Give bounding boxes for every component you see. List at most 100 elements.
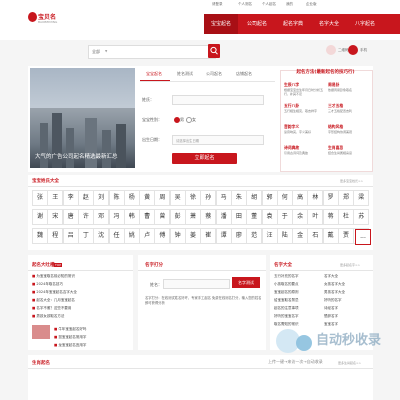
surname-cell[interactable]: 程: [47, 228, 64, 244]
method-item[interactable]: 生肖喜忌 结合生肖属相喜忌: [328, 145, 370, 155]
surname-cell[interactable]: 胡: [246, 190, 263, 206]
surname-cell[interactable]: 汪: [261, 228, 278, 244]
surname-cell[interactable]: 魏: [32, 228, 48, 244]
surname-cell[interactable]: 姚: [123, 228, 140, 244]
surname-cell[interactable]: 沈: [93, 228, 110, 244]
surname-cell[interactable]: 吕: [62, 228, 79, 244]
banner-image[interactable]: 大气的广告公司起名精选最新汇总: [30, 68, 135, 168]
site-logo[interactable]: 宝贝名 BAOBEIMING: [28, 10, 62, 26]
surname-cell[interactable]: 彭: [169, 209, 186, 225]
naming-link[interactable]: 女孩名字大全: [324, 282, 370, 287]
surname-cell[interactable]: 萧: [185, 209, 201, 225]
method-item[interactable]: 三才五格 三才五格配置吉利: [328, 103, 370, 113]
enterprise-link[interactable]: 企业版: [306, 2, 317, 7]
surname-cell[interactable]: 苏: [353, 209, 370, 225]
birth-date-input[interactable]: 请选择出生日期: [172, 135, 264, 145]
method-item[interactable]: 结构风格 字形结构协调美观: [328, 124, 370, 134]
method-item[interactable]: 五行八卦 五行相生相克，取吉祥字: [284, 103, 326, 113]
knowledge-more-link[interactable]: 更多起名字>>: [340, 263, 360, 267]
surname-cell[interactable]: 黄: [139, 190, 156, 206]
test-name-input[interactable]: [163, 279, 230, 289]
nav-baby-naming[interactable]: 宝宝起名: [204, 14, 238, 34]
naming-link[interactable]: 好听的名字: [324, 298, 370, 303]
tab-name-test[interactable]: 姓名测试: [177, 71, 193, 77]
surname-cell[interactable]: 赵: [77, 190, 94, 206]
method-item[interactable]: 音韵字义 读音响亮，字义美好: [284, 124, 326, 134]
surname-cell[interactable]: 韩: [123, 209, 140, 225]
phone-icon[interactable]: [348, 45, 358, 55]
personal-test-link[interactable]: 个人测名: [238, 2, 252, 7]
knowledge-item[interactable]: 好听的宝宝名字: [274, 314, 322, 319]
surname-cell[interactable]: 马: [215, 190, 232, 206]
surname-cell[interactable]: 何: [276, 190, 293, 206]
news-thumbnail[interactable]: [32, 325, 50, 339]
surname-cell[interactable]: 梁: [353, 190, 370, 206]
knowledge-item[interactable]: 五行补充的名字: [274, 274, 322, 279]
surname-cell[interactable]: 王: [47, 190, 64, 206]
name-test-button[interactable]: 名字测试: [232, 277, 260, 288]
surname-cell[interactable]: 袁: [261, 209, 278, 225]
surname-cell[interactable]: 朱: [230, 190, 247, 206]
surname-cell[interactable]: 徐: [185, 190, 201, 206]
surname-cell[interactable]: 潘: [215, 209, 232, 225]
news-item[interactable]: ■ 龙宝宝起名宜用字: [54, 343, 130, 348]
surname-cell[interactable]: 谭: [215, 228, 232, 244]
surname-cell[interactable]: 高: [292, 190, 309, 206]
nav-company-naming[interactable]: 公司起名: [240, 14, 274, 34]
personal-naming-link[interactable]: 个人起名: [262, 2, 276, 7]
nav-names[interactable]: 名字大全: [312, 14, 346, 34]
surname-cell[interactable]: 许: [77, 209, 94, 225]
login-link[interactable]: 请登录: [212, 2, 223, 7]
surname-cell[interactable]: 戴: [322, 228, 339, 244]
surname-cell[interactable]: 李: [62, 190, 79, 206]
surname-cell[interactable]: 孙: [200, 190, 217, 206]
surname-cell[interactable]: 崔: [200, 228, 217, 244]
surname-cell[interactable]: 罗: [322, 190, 339, 206]
knowledge-item[interactable]: 小孩取名的要点: [274, 282, 322, 287]
method-item[interactable]: 生辰八字 根据宝宝出生年月日时分析五行，补其不足: [284, 82, 326, 96]
surname-cell[interactable]: 余: [292, 209, 309, 225]
news-item[interactable]: ■ 为宝宝取名前必知的常识: [32, 274, 130, 279]
surname-cell[interactable]: 贾: [338, 228, 354, 244]
naming-link[interactable]: 男孩名字大全: [324, 290, 370, 295]
naming-link[interactable]: 名字大全: [324, 274, 370, 279]
more-surnames-button[interactable]: ...: [355, 229, 371, 245]
submit-naming-button[interactable]: 立即起名: [172, 153, 237, 164]
surname-cell[interactable]: 曹: [139, 209, 156, 225]
search-input[interactable]: 全部 ▼: [88, 45, 216, 59]
surname-cell[interactable]: 郑: [338, 190, 354, 206]
surname-cell[interactable]: 廖: [230, 228, 247, 244]
method-item[interactable]: 周易卦 依据周易卦象取名: [328, 82, 370, 92]
surname-cell[interactable]: 冯: [108, 209, 125, 225]
surname-cell[interactable]: 宋: [47, 209, 64, 225]
nav-dictionary[interactable]: 起名字典: [276, 14, 310, 34]
naming-link[interactable]: 楚辞名字: [324, 314, 370, 319]
surname-cell[interactable]: 叶: [307, 209, 324, 225]
tab-company-naming[interactable]: 公司起名: [206, 71, 222, 77]
surname-cell[interactable]: 郭: [261, 190, 278, 206]
nav-bazi-naming[interactable]: 八字起名: [348, 14, 382, 34]
surname-more-link[interactable]: 更多宝宝姓氏>>: [340, 179, 363, 183]
surname-input[interactable]: [172, 95, 264, 105]
news-item[interactable]: ■ 2024年取名技巧: [32, 282, 130, 287]
news-item[interactable]: ■ 2024年宝宝起名吉字大全: [32, 290, 130, 295]
surname-cell[interactable]: 傅: [154, 228, 171, 244]
surname-cell[interactable]: 周: [154, 190, 171, 206]
search-button[interactable]: [208, 44, 220, 58]
method-item[interactable]: 诗词典故 引用古诗词及典故: [284, 145, 326, 155]
surname-cell[interactable]: 金: [292, 228, 309, 244]
surname-cell[interactable]: 杨: [123, 190, 140, 206]
surname-cell[interactable]: 钟: [169, 228, 186, 244]
surname-cell[interactable]: 姜: [185, 228, 201, 244]
surname-cell[interactable]: 陈: [108, 190, 125, 206]
surname-cell[interactable]: 刘: [93, 190, 110, 206]
surname-cell[interactable]: 陆: [276, 228, 293, 244]
surname-cell[interactable]: 吴: [169, 190, 186, 206]
news-item[interactable]: ■ 起名大全：几月宝宝起名: [32, 298, 130, 303]
tab-shop-naming[interactable]: 店铺起名: [236, 71, 252, 77]
surname-cell[interactable]: 董: [246, 209, 263, 225]
surname-cell[interactable]: 卢: [139, 228, 156, 244]
surname-cell[interactable]: 任: [108, 228, 125, 244]
surname-cell[interactable]: 蔡: [200, 209, 217, 225]
knowledge-item[interactable]: 给宝宝取名禁忌: [274, 298, 322, 303]
